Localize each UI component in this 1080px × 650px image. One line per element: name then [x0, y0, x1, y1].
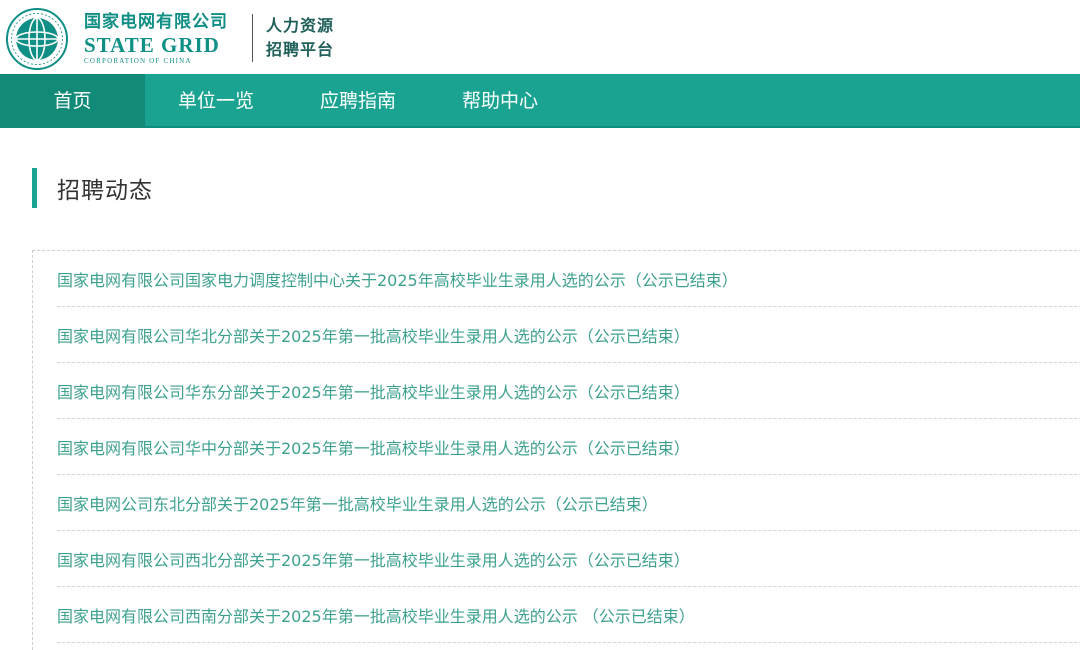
list-item: 国家电网有限公司华北分部关于2025年第一批高校毕业生录用人选的公示（公示已结束… — [57, 307, 1080, 363]
list-item: 国家电网有限公司华中分部关于2025年第一批高校毕业生录用人选的公示（公示已结束… — [57, 419, 1080, 475]
news-link[interactable]: 国家电网有限公司国家电力调度控制中心关于2025年高校毕业生录用人选的公示（公示… — [57, 267, 738, 291]
brand-english-subtitle: CORPORATION OF CHINA — [84, 57, 192, 65]
header-divider — [252, 14, 253, 62]
section-title: 招聘动态 — [57, 178, 153, 204]
section-accent-bar — [32, 168, 37, 208]
news-link[interactable]: 国家电网有限公司华东分部关于2025年第一批高校毕业生录用人选的公示（公示已结束… — [57, 379, 690, 403]
platform-name: 人力资源 招聘平台 — [266, 14, 334, 62]
nav-item-help-center[interactable]: 帮助中心 — [429, 74, 571, 128]
nav-item-units[interactable]: 单位一览 — [145, 74, 287, 128]
news-link[interactable]: 国家电网公司东北分部关于2025年第一批高校毕业生录用人选的公示（公示已结束） — [57, 491, 658, 515]
site-header: 国家电网有限公司 STATE GRID CORPORATION OF CHINA… — [0, 0, 1080, 74]
brand-text: 国家电网有限公司 STATE GRID CORPORATION OF CHINA — [84, 14, 228, 65]
news-panel: 国家电网有限公司国家电力调度控制中心关于2025年高校毕业生录用人选的公示（公示… — [32, 250, 1080, 650]
news-link[interactable]: 国家电网有限公司西南分部关于2025年第一批高校毕业生录用人选的公示 （公示已结… — [57, 603, 695, 627]
platform-line-2: 招聘平台 — [266, 40, 335, 59]
site-logo[interactable]: 国家电网有限公司 STATE GRID CORPORATION OF CHINA — [6, 8, 244, 70]
list-item: 国家电网有限公司国家电力调度控制中心关于2025年高校毕业生录用人选的公示（公示… — [57, 251, 1080, 307]
news-link[interactable]: 国家电网有限公司华北分部关于2025年第一批高校毕业生录用人选的公示（公示已结束… — [57, 323, 690, 347]
brand-chinese-name: 国家电网有限公司 — [84, 12, 228, 32]
news-list: 国家电网有限公司国家电力调度控制中心关于2025年高校毕业生录用人选的公示（公示… — [57, 251, 1080, 643]
news-link[interactable]: 国家电网有限公司西北分部关于2025年第一批高校毕业生录用人选的公示（公示已结束… — [57, 547, 690, 571]
main-nav: 首页 单位一览 应聘指南 帮助中心 — [0, 74, 1080, 128]
nav-item-home[interactable]: 首页 — [0, 74, 145, 128]
list-item: 国家电网公司东北分部关于2025年第一批高校毕业生录用人选的公示（公示已结束） — [57, 475, 1080, 531]
platform-line-1: 人力资源 — [266, 16, 335, 35]
list-item: 国家电网有限公司西北分部关于2025年第一批高校毕业生录用人选的公示（公示已结束… — [57, 531, 1080, 587]
nav-item-application-guide[interactable]: 应聘指南 — [287, 74, 429, 128]
list-item: 国家电网有限公司西南分部关于2025年第一批高校毕业生录用人选的公示 （公示已结… — [57, 587, 1080, 643]
section-header: 招聘动态 — [32, 168, 153, 208]
news-link[interactable]: 国家电网有限公司华中分部关于2025年第一批高校毕业生录用人选的公示（公示已结束… — [57, 435, 690, 459]
list-item: 国家电网有限公司华东分部关于2025年第一批高校毕业生录用人选的公示（公示已结束… — [57, 363, 1080, 419]
brand-english-name: STATE GRID — [84, 33, 220, 57]
state-grid-globe-icon — [6, 8, 68, 70]
